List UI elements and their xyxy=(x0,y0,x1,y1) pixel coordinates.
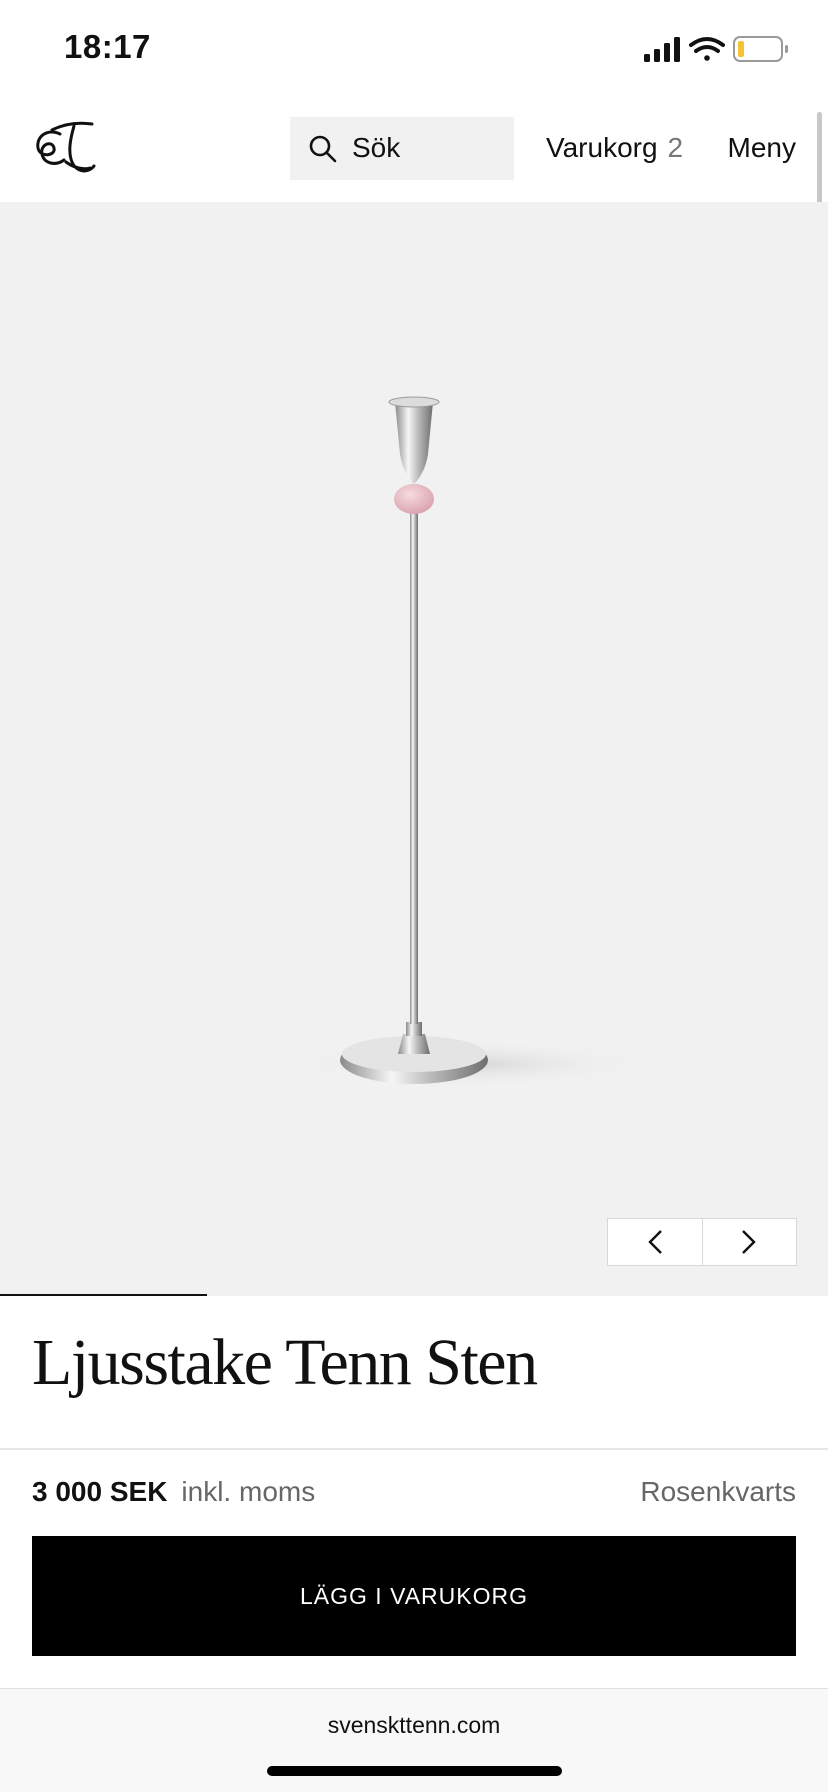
status-icons xyxy=(644,36,788,62)
home-indicator[interactable] xyxy=(267,1766,562,1776)
wifi-icon xyxy=(689,37,725,61)
cellular-signal-icon xyxy=(644,37,680,62)
search-label: Sök xyxy=(352,132,401,163)
chevron-left-icon xyxy=(648,1230,662,1254)
menu-button[interactable]: Meny xyxy=(728,132,796,164)
site-header: Sök Varukorg 2 Meny xyxy=(0,100,828,203)
cart-label: Varukorg xyxy=(546,132,658,163)
status-bar: 18:17 xyxy=(0,0,828,100)
gallery-navigation xyxy=(607,1218,797,1266)
add-to-cart-button[interactable]: LÄGG I VARUKORG xyxy=(32,1536,796,1656)
previous-image-button[interactable] xyxy=(608,1219,703,1265)
product-title: Ljusstake Tenn Sten xyxy=(32,1326,538,1399)
next-image-button[interactable] xyxy=(702,1219,796,1265)
gallery-progress xyxy=(0,1294,828,1296)
product-variant[interactable]: Rosenkvarts xyxy=(640,1476,796,1508)
cart-count: 2 xyxy=(667,132,684,163)
browser-url[interactable]: svenskttenn.com xyxy=(0,1712,828,1739)
product-gallery[interactable] xyxy=(0,202,828,1296)
gallery-progress-fill xyxy=(0,1294,207,1296)
cart-link[interactable]: Varukorg 2 xyxy=(546,132,683,164)
product-price: 3 000 SEK xyxy=(32,1476,168,1507)
status-time: 18:17 xyxy=(64,28,151,65)
browser-bar: svenskttenn.com xyxy=(0,1689,828,1792)
svenskt-tenn-logo[interactable] xyxy=(30,116,100,180)
divider xyxy=(0,1448,828,1450)
search-field[interactable]: Sök xyxy=(290,117,514,180)
search-icon xyxy=(309,135,337,163)
price-row: 3 000 SEK inkl. moms Rosenkvarts xyxy=(32,1476,796,1516)
candlestick-image xyxy=(290,396,650,1088)
vat-note: inkl. moms xyxy=(181,1476,316,1507)
battery-icon xyxy=(733,36,788,62)
chevron-right-icon xyxy=(742,1230,756,1254)
